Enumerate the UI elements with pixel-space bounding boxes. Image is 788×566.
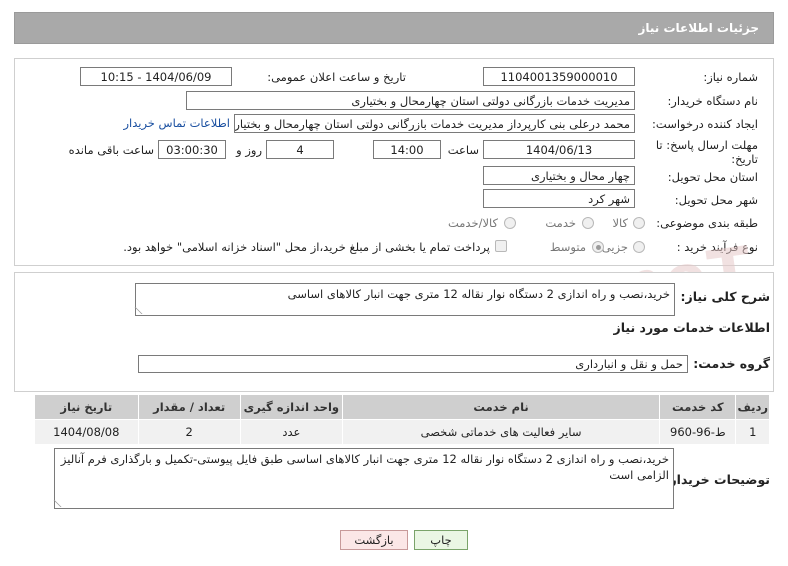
buyer-notes-label: توضیحات خریدار: xyxy=(664,472,770,487)
days-label: روز و xyxy=(236,143,262,157)
deadline-time-field[interactable]: 14:00 xyxy=(373,140,441,159)
category-label: طبقه بندی موضوعی: xyxy=(656,216,758,230)
services-section-title: اطلاعات خدمات مورد نیاز xyxy=(613,320,771,335)
cell-service-code: ط-96-960 xyxy=(659,419,737,445)
resize-handle-icon[interactable] xyxy=(53,500,69,507)
category-both-radio[interactable] xyxy=(504,217,516,229)
contact-buyer-link[interactable]: اطلاعات تماس خریدار xyxy=(110,116,230,130)
city-field[interactable]: شهر کرد xyxy=(483,189,635,208)
service-group-label: گروه خدمت: xyxy=(693,356,770,371)
buyer-org-field[interactable]: مدیریت خدمات بازرگانی دولتی استان چهارمح… xyxy=(186,91,635,110)
creator-label: ایجاد کننده درخواست: xyxy=(652,117,758,131)
back-button[interactable]: بازگشت xyxy=(340,530,408,550)
col-row: ردیف xyxy=(735,394,770,420)
table-header-row: ردیف کد خدمت نام خدمت واحد اندازه گیری ت… xyxy=(34,394,770,420)
announce-field[interactable]: 1404/06/09 - 10:15 xyxy=(80,67,232,86)
service-group-field[interactable]: حمل و نقل و انبارداری xyxy=(138,355,688,373)
category-service-radio[interactable] xyxy=(582,217,594,229)
category-goods-radio[interactable] xyxy=(633,217,645,229)
days-field[interactable]: 4 xyxy=(266,140,334,159)
cell-quantity: 2 xyxy=(137,419,241,445)
cell-row: 1 xyxy=(735,419,770,445)
summary-textarea[interactable]: خرید،نصب و راه اندازی 2 دستگاه نوار نقال… xyxy=(134,283,675,316)
announce-label: تاریخ و ساعت اعلان عمومی: xyxy=(267,70,406,84)
buyer-notes-text: خرید،نصب و راه اندازی 2 دستگاه نوار نقال… xyxy=(60,452,669,482)
creator-field[interactable]: محمد درعلی بنی کارپرداز مدیریت خدمات باز… xyxy=(234,114,635,133)
page-title: جزئیات اطلاعات نیاز xyxy=(638,21,759,35)
col-service-code: کد خدمت xyxy=(659,394,737,420)
deadline-date-field[interactable]: 1404/06/13 xyxy=(483,140,635,159)
print-button-label: چاپ xyxy=(430,533,452,547)
deadline-label-2: تاریخ: xyxy=(731,152,758,166)
category-both-label: کالا/خدمت xyxy=(447,216,498,230)
col-unit: واحد اندازه گیری xyxy=(239,394,343,420)
buyer-notes-textarea[interactable]: خرید،نصب و راه اندازی 2 دستگاه نوار نقال… xyxy=(53,448,674,509)
services-table: ردیف کد خدمت نام خدمت واحد اندازه گیری ت… xyxy=(34,394,770,445)
purchase-medium-radio[interactable] xyxy=(592,241,604,253)
summary-label: شرح کلی نیاز: xyxy=(680,289,770,304)
summary-text: خرید،نصب و راه اندازی 2 دستگاه نوار نقال… xyxy=(287,287,670,301)
need-number-field[interactable]: 1104001359000010 xyxy=(483,67,635,86)
category-goods-label: کالا xyxy=(612,216,628,230)
buyer-org-label: نام دستگاه خریدار: xyxy=(667,94,758,108)
category-service-label: خدمت xyxy=(545,216,576,230)
col-need-date: تاریخ نیاز xyxy=(34,394,139,420)
city-label: شهر محل تحویل: xyxy=(674,193,758,207)
remaining-label: ساعت باقی مانده xyxy=(68,143,154,157)
col-quantity: تعداد / مقدار xyxy=(137,394,241,420)
cell-unit: عدد xyxy=(239,419,343,445)
purchase-medium-label: متوسط xyxy=(549,240,586,254)
deadline-label-1: مهلت ارسال پاسخ: تا xyxy=(655,138,758,152)
cell-need-date: 1404/08/08 xyxy=(34,419,139,445)
payment-treasury-checkbox[interactable] xyxy=(495,240,507,252)
cell-service-name: سایر فعالیت های خدماتی شخصی xyxy=(341,419,661,445)
payment-note: پرداخت تمام یا بخشی از مبلغ خرید،از محل … xyxy=(123,240,490,254)
col-service-name: نام خدمت xyxy=(341,394,661,420)
time-label: ساعت xyxy=(447,143,479,157)
remaining-time-field[interactable]: 03:00:30 xyxy=(158,140,226,159)
table-row[interactable]: 1 ط-96-960 سایر فعالیت های خدماتی شخصی ع… xyxy=(34,419,770,445)
print-button[interactable]: چاپ xyxy=(414,530,468,550)
need-number-label: شماره نیاز: xyxy=(703,70,758,84)
resize-handle-icon[interactable] xyxy=(134,307,150,314)
page-header: جزئیات اطلاعات نیاز xyxy=(14,12,774,44)
province-field[interactable]: چهار محال و بختیاری xyxy=(483,166,635,185)
back-button-label: بازگشت xyxy=(354,533,394,547)
province-label: استان محل تحویل: xyxy=(667,170,758,184)
